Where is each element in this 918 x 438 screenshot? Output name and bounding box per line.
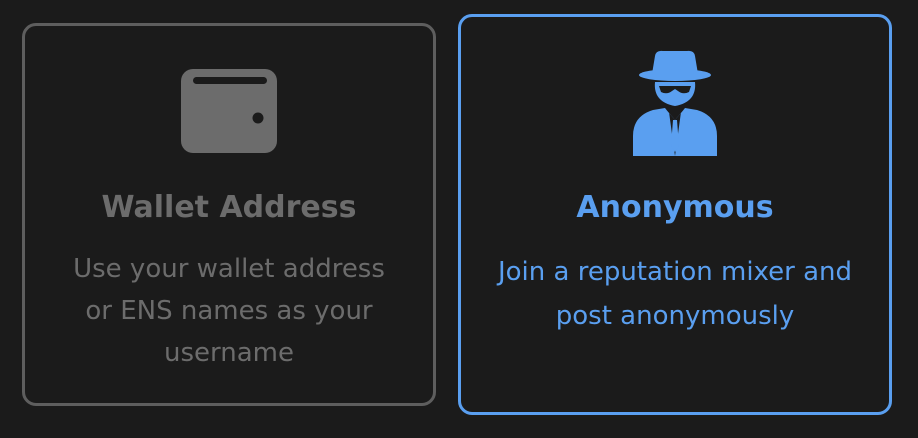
wallet-address-title: Wallet Address (101, 190, 357, 225)
wallet-address-option-card[interactable]: Wallet Address Use your wallet address o… (22, 23, 436, 406)
anonymous-title: Anonymous (576, 190, 774, 225)
spy-icon (625, 48, 725, 158)
wallet-icon (179, 65, 279, 155)
anonymous-option-card[interactable]: Anonymous Join a reputation mixer and po… (458, 14, 892, 415)
anonymous-description: Join a reputation mixer and post anonymo… (497, 257, 853, 331)
wallet-address-description: Use your wallet address or ENS names as … (73, 254, 385, 368)
